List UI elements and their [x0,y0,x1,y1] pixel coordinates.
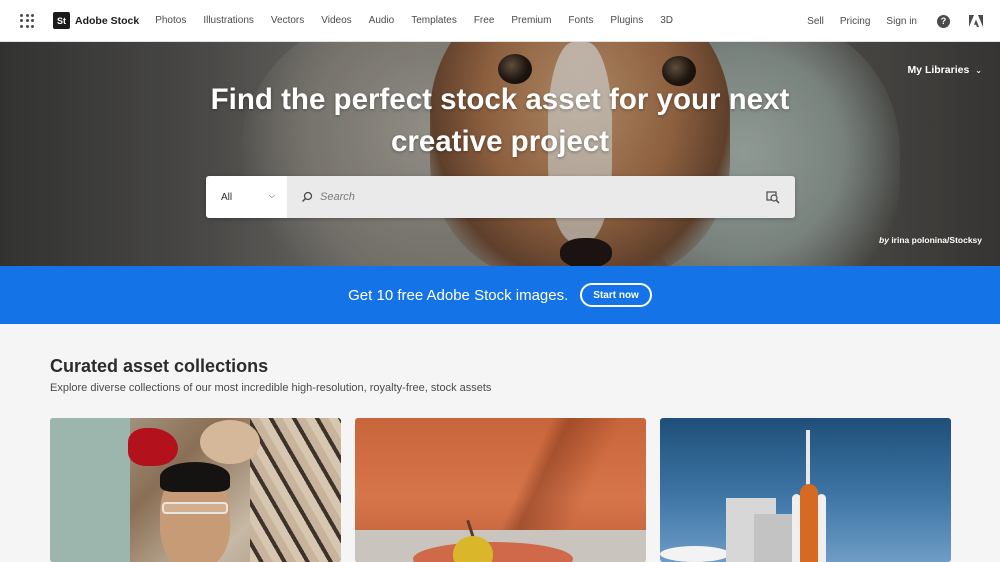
section-title: Curated asset collections [50,356,269,376]
chevron-down-icon: ⌄ [975,65,982,75]
image-search-icon[interactable] [766,190,780,204]
sell-link[interactable]: Sell [807,16,824,27]
account-nav: Sell Pricing Sign in ? [791,0,983,42]
pricing-link[interactable]: Pricing [840,16,871,27]
collection-card-rocket[interactable] [660,418,951,562]
promo-text: Get 10 free Adobe Stock images. [348,286,569,304]
nav-fonts[interactable]: Fonts [568,15,593,26]
photo-credit[interactable]: by irina polonina/Stocksy [879,235,982,245]
nav-plugins[interactable]: Plugins [610,15,643,26]
search-input[interactable] [320,191,740,203]
chevron-down-icon: ⌵ [268,191,275,200]
section-subtitle: Explore diverse collections of our most … [50,382,492,394]
brand-logo[interactable]: St Adobe Stock [53,12,139,29]
sign-in-link[interactable]: Sign in [886,16,917,27]
nav-vectors[interactable]: Vectors [271,15,304,26]
start-now-button[interactable]: Start now [580,283,652,307]
nav-videos[interactable]: Videos [321,15,351,26]
nav-illustrations[interactable]: Illustrations [203,15,254,26]
hero-title-line-2: creative project [390,125,610,158]
nav-audio[interactable]: Audio [369,15,395,26]
top-navigation: St Adobe Stock Photos Illustrations Vect… [0,0,1000,42]
hero-title-line-1: Find the perfect stock asset for your ne… [210,83,790,116]
my-libraries-button[interactable]: My Libraries ⌄ [907,64,982,76]
nav-3d[interactable]: 3D [660,15,673,26]
magnifier-icon [301,191,313,203]
collection-card-still-life[interactable] [355,418,646,562]
search-field [287,176,795,218]
help-icon[interactable]: ? [937,14,950,28]
asset-type-dropdown[interactable]: All ⌵ [206,176,287,218]
nav-templates[interactable]: Templates [411,15,457,26]
credit-prefix: by [879,235,889,245]
brand-name: Adobe Stock [75,14,140,27]
hero-title: Find the perfect stock asset for your ne… [0,79,1000,163]
nav-photos[interactable]: Photos [155,15,186,26]
collection-card-portrait[interactable] [50,418,341,562]
my-libraries-label: My Libraries [907,64,970,76]
asset-type-value: All [221,191,233,203]
search-bar: All ⌵ [206,176,795,218]
app-grid-icon[interactable] [20,13,34,28]
free-images-promo: Get 10 free Adobe Stock images. Start no… [0,266,1000,324]
hero-banner: My Libraries ⌄ Find the perfect stock as… [0,42,1000,266]
stock-logo-icon: St [53,12,70,29]
nav-free[interactable]: Free [474,15,495,26]
credit-name: irina polonina/Stocksy [891,235,982,245]
adobe-logo-icon[interactable] [969,15,983,27]
nav-premium[interactable]: Premium [511,15,551,26]
category-nav: Photos Illustrations Vectors Videos Audi… [149,15,673,26]
